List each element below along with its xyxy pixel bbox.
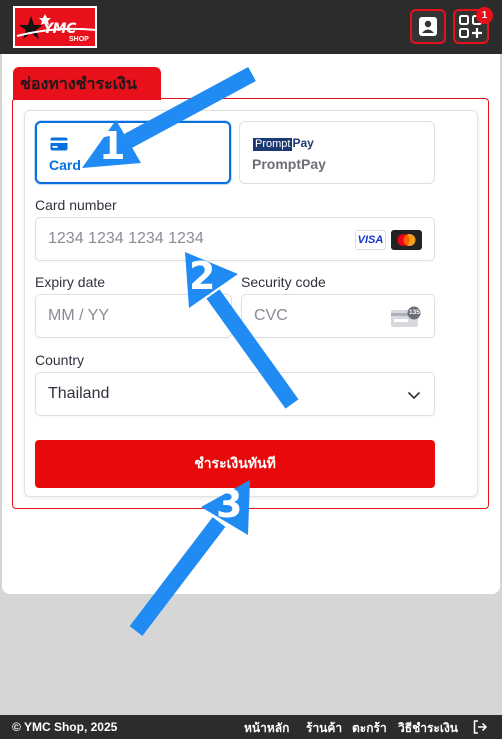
security-code-label: Security code	[241, 274, 326, 290]
promptpay-logo: Prompt Pay	[253, 136, 314, 151]
header-bar: YMC SHOP 1	[0, 0, 502, 54]
card-number-label: Card number	[35, 197, 117, 213]
expiry-label: Expiry date	[35, 274, 106, 290]
payment-method-card[interactable]: Card	[35, 121, 231, 184]
cvc-card-icon: 135	[390, 306, 422, 328]
payment-method-promptpay-label: PromptPay	[252, 156, 326, 172]
user-icon	[419, 17, 437, 36]
mastercard-icon	[391, 230, 422, 250]
card-number-field[interactable]: VISA	[35, 217, 435, 261]
country-label: Country	[35, 352, 85, 368]
cart-badge: 1	[476, 7, 493, 24]
footer-link-cart[interactable]: ตะกร้า	[352, 719, 387, 738]
expiry-input[interactable]	[48, 295, 204, 337]
expiry-field[interactable]	[35, 294, 232, 338]
copyright-text: © YMC Shop, 2025	[12, 720, 118, 734]
security-code-field[interactable]: 135	[241, 294, 435, 338]
pay-now-button[interactable]: ชำระเงินทันที	[35, 440, 435, 488]
logo-subtext: SHOP	[69, 36, 89, 43]
user-account-button[interactable]	[410, 9, 446, 44]
section-title: ช่องทางชำระเงิน	[13, 67, 161, 100]
app-frame: YMC SHOP 1 ช่องทางชำระเงิน Card Prompt P…	[0, 0, 502, 739]
footer-link-home[interactable]: หน้าหลัก	[244, 719, 289, 738]
annotation-number-2: 2	[189, 254, 216, 298]
logo-text: YMC	[43, 21, 76, 37]
visa-icon: VISA	[355, 230, 386, 250]
logout-icon[interactable]	[472, 719, 488, 735]
annotation-number-1: 1	[99, 124, 126, 168]
chevron-down-icon	[407, 391, 421, 400]
cvc-icon-text: 135	[409, 309, 420, 316]
country-value: Thailand	[48, 385, 110, 402]
footer-link-shop[interactable]: ร้านค้า	[306, 719, 342, 738]
footer: © YMC Shop, 2025 หน้าหลัก ร้านค้า ตะกร้า…	[0, 715, 502, 739]
security-code-input[interactable]	[254, 295, 408, 337]
qr-cart-button[interactable]: 1	[453, 7, 493, 44]
footer-link-payment-method[interactable]: วิธีชำระเงิน	[398, 719, 458, 738]
annotation-number-3: 3	[216, 482, 243, 526]
logo[interactable]: YMC SHOP	[13, 6, 97, 48]
credit-card-icon	[50, 137, 68, 151]
country-select[interactable]: Thailand	[35, 372, 435, 416]
payment-method-promptpay[interactable]: Prompt Pay PromptPay	[239, 121, 435, 184]
payment-method-card-label: Card	[49, 157, 81, 173]
